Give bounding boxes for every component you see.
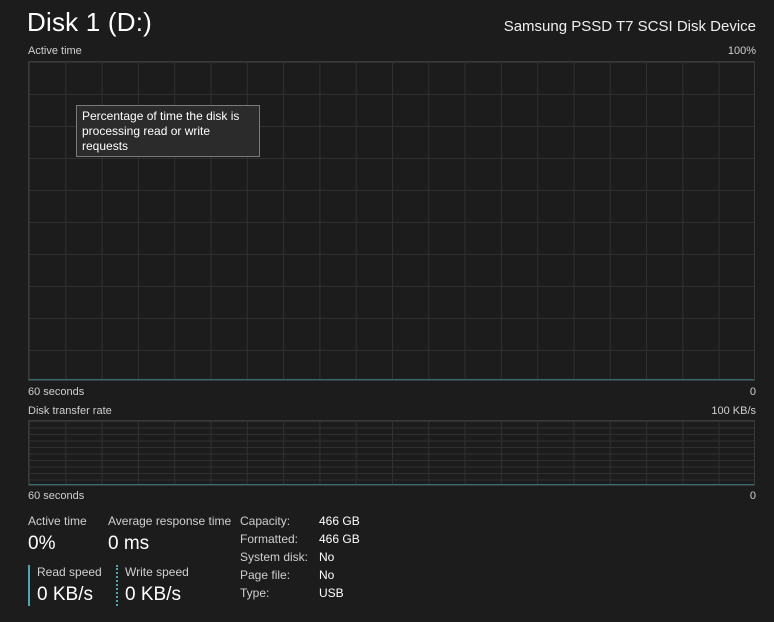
read-speed-value: 0 KB/s xyxy=(37,584,93,605)
transfer-rate-duration-label: 60 seconds xyxy=(28,490,85,502)
read-speed-label: Read speed xyxy=(37,565,102,579)
active-time-max-label: 100% xyxy=(727,45,756,57)
device-name: Samsung PSSD T7 SCSI Disk Device xyxy=(503,18,756,35)
avg-response-stat-label: Average response time xyxy=(108,514,232,528)
page-file-value: No xyxy=(319,568,335,582)
type-value: USB xyxy=(319,586,344,600)
write-speed-indicator xyxy=(116,565,118,606)
transfer-rate-graph[interactable] xyxy=(28,420,755,486)
disk-title: Disk 1 (D:) xyxy=(27,7,152,37)
read-speed-indicator xyxy=(28,565,30,606)
formatted-key: Formatted: xyxy=(240,532,299,546)
active-time-line xyxy=(29,379,754,380)
system-disk-key: System disk: xyxy=(240,550,309,564)
write-speed-value: 0 KB/s xyxy=(125,584,181,605)
active-time-stat-value: 0% xyxy=(28,533,56,554)
page-file-key: Page file: xyxy=(240,568,291,582)
active-time-duration-label: 60 seconds xyxy=(28,386,85,398)
active-time-graph-label: Active time xyxy=(28,45,82,57)
transfer-rate-graph-label: Disk transfer rate xyxy=(28,405,112,417)
capacity-key: Capacity: xyxy=(240,514,291,528)
active-time-tooltip: Percentage of time the disk is processin… xyxy=(76,105,260,157)
avg-response-stat-value: 0 ms xyxy=(108,533,150,554)
active-time-stat-label: Active time xyxy=(28,514,87,528)
formatted-value: 466 GB xyxy=(319,532,360,546)
type-key: Type: xyxy=(240,586,270,600)
transfer-rate-min-label: 0 xyxy=(749,490,756,502)
write-speed-label: Write speed xyxy=(125,565,189,579)
transfer-rate-line xyxy=(29,484,754,485)
transfer-rate-max-label: 100 KB/s xyxy=(711,405,756,417)
active-time-min-label: 0 xyxy=(749,386,756,398)
system-disk-value: No xyxy=(319,550,335,564)
capacity-value: 466 GB xyxy=(319,514,360,528)
